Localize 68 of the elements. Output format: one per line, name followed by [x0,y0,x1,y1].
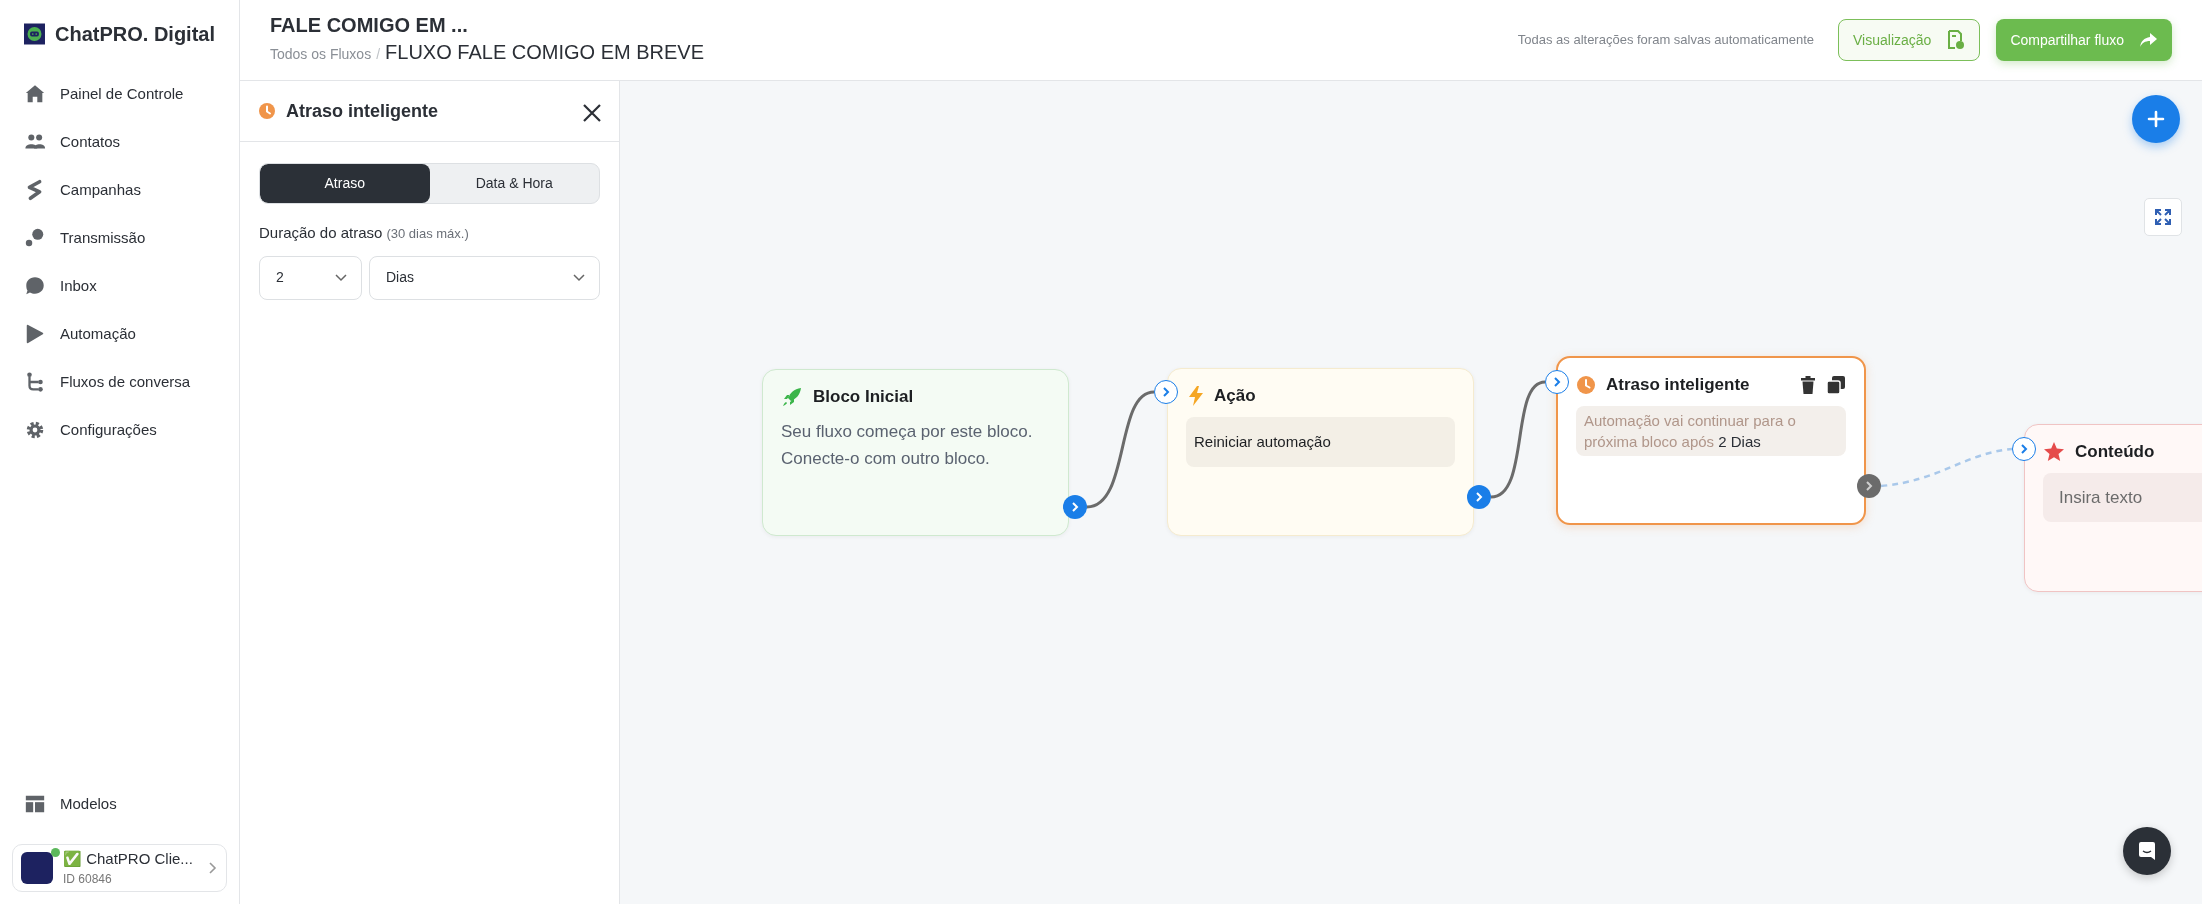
connector-handle[interactable] [1467,485,1491,509]
account-id: ID 60846 [63,871,113,889]
connector-handle[interactable] [2012,437,2036,461]
nav-link[interactable]: Inbox [0,262,239,310]
tab[interactable]: Atraso [260,164,430,203]
nav-link[interactable]: Painel de Controle [0,70,239,118]
delay-summary: Automação vai continuar para o próxima bloco após 2 Dias [1576,405,1846,456]
connector-handle[interactable] [1857,474,1881,498]
breadcrumb-current: FLUXO FALE COMIGO EM BREVE [385,40,705,65]
fullscreen-button[interactable] [2144,198,2182,236]
nav-link[interactable]: Fluxos de conversa [0,358,239,406]
play-icon [24,323,46,345]
node-title: Atraso inteligente [1606,374,1751,396]
flow-node[interactable]: Conteúdo Insira texto [2024,424,2202,592]
layout-icon [24,793,46,815]
lightning-icon [1186,384,1204,407]
settings-icon [24,419,46,441]
star-icon [2043,441,2065,463]
document-eye-icon [1945,29,1966,51]
chat-launcher-button[interactable] [2123,827,2171,875]
caret-icon [573,273,585,282]
action-field: Reiniciar automação [1186,416,1455,467]
panel-title: Atraso inteligente [286,99,440,123]
text-input-field[interactable]: Insira texto [2043,472,2202,522]
field-hint: (30 dias máx.) [386,226,469,241]
avatar [21,852,53,884]
nav-link[interactable]: Automação [0,310,239,358]
flow-title: FALE COMIGO EM ... [270,13,469,37]
flow-node[interactable]: Bloco Inicial Seu fluxo começa por este bloco. Conecte-o com outro bloco. [762,369,1069,536]
copy-icon [1826,374,1846,395]
expand-icon [2154,208,2172,226]
trash-icon [1800,375,1816,394]
add-button[interactable] [2132,95,2180,143]
caret-icon [335,273,347,282]
account-card[interactable]: ✅ ChatPRO Clie... ID 60846 [12,844,227,892]
flow-node[interactable]: Atraso inteligente Automação vai continuar para o próxima bloco após 2 Dias [1556,356,1866,525]
field-label: Duração do atraso [259,224,383,241]
tab[interactable]: Data & Hora [429,164,599,203]
select-field[interactable]: Dias [369,255,600,300]
nav-link[interactable]: Configurações [0,406,239,454]
node-description: Seu fluxo começa por este bloco. Conecte-o com outro bloco. [781,420,1034,470]
nav-link[interactable]: Transmissão [0,214,239,262]
clock-icon [1576,374,1596,395]
branch-icon [24,371,46,393]
node-title: Bloco Inicial [813,386,914,408]
clock-icon [258,102,276,120]
save-status: Todas as alterações foram salvas automaticamente [1517,31,1815,50]
plus-icon [2147,110,2165,128]
nav-link[interactable]: Campanhas [0,166,239,214]
connector-handle[interactable] [1154,380,1178,404]
account-name: ✅ ChatPRO Clie... [63,848,194,869]
brand-name: ChatPRO. Digital [55,22,215,47]
connector-handle[interactable] [1545,370,1569,394]
node-title: Conteúdo [2075,441,2155,463]
nav-link[interactable]: Contatos [0,118,239,166]
chat-icon [2137,841,2157,861]
chat-bubble-icon [24,275,46,297]
home-icon [24,83,46,105]
dots-icon [24,227,46,249]
rocket-icon [781,385,803,408]
chevron-right-icon [206,861,218,875]
connector-handle[interactable] [1063,495,1087,519]
nav-link[interactable]: Modelos [0,780,239,828]
flow-node[interactable]: Ação Reiniciar automação [1167,368,1474,536]
select-field[interactable]: 2 [259,255,362,300]
node-title: Ação [1214,385,1256,407]
breadcrumb-separator: / [376,45,381,64]
logo-icon [24,22,45,46]
